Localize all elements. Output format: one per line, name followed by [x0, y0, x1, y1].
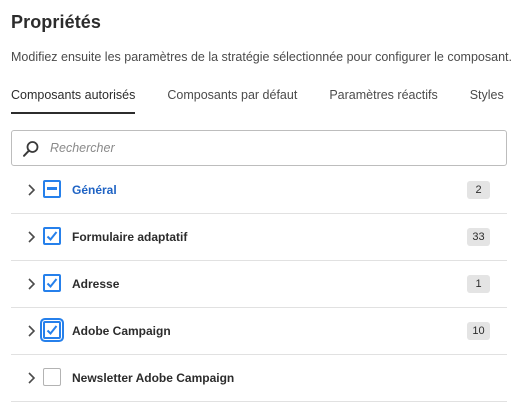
checkmark-icon: [46, 325, 58, 335]
group-checkbox[interactable]: [43, 180, 61, 198]
search-icon: [22, 140, 40, 158]
tab-composants-autorises[interactable]: Composants autorisés: [11, 86, 136, 114]
count-badge: 2: [467, 181, 490, 199]
chevron-right-icon[interactable]: [26, 183, 38, 197]
group-checkbox[interactable]: [43, 321, 61, 339]
search-input[interactable]: [50, 131, 490, 165]
list-item: Adobe Campaign 10: [11, 308, 507, 355]
list-item: Adresse 1: [11, 261, 507, 308]
tab-composants-par-defaut[interactable]: Composants par défaut: [167, 86, 297, 114]
list-item: Formulaire adaptatif 33: [11, 214, 507, 261]
count-badge: 33: [467, 228, 490, 246]
search-field[interactable]: [11, 130, 507, 166]
chevron-right-icon[interactable]: [26, 371, 38, 385]
list-item: Général 2: [11, 167, 507, 214]
checkmark-icon: [46, 278, 58, 288]
component-group-list: Général 2 Formulaire adaptatif 33 Adress…: [11, 167, 507, 402]
chevron-right-icon[interactable]: [26, 324, 38, 338]
group-checkbox[interactable]: [43, 368, 61, 386]
group-label: Général: [72, 183, 117, 197]
chevron-right-icon[interactable]: [26, 277, 38, 291]
group-checkbox[interactable]: [43, 274, 61, 292]
count-badge: 10: [467, 322, 490, 340]
list-item: Newsletter Adobe Campaign: [11, 355, 507, 402]
group-label: Adresse: [72, 277, 120, 291]
page-description: Modifiez ensuite les paramètres de la st…: [11, 50, 512, 64]
group-checkbox[interactable]: [43, 227, 61, 245]
chevron-right-icon[interactable]: [26, 230, 38, 244]
tab-styles[interactable]: Styles: [470, 86, 504, 114]
tab-parametres-reactifs[interactable]: Paramètres réactifs: [329, 86, 437, 114]
tab-bar: Composants autorisés Composants par défa…: [11, 86, 504, 114]
group-label: Newsletter Adobe Campaign: [72, 371, 235, 385]
page-title: Propriétés: [11, 12, 102, 32]
group-label: Adobe Campaign: [72, 324, 171, 338]
group-label: Formulaire adaptatif: [72, 230, 188, 244]
count-badge: 1: [467, 275, 490, 293]
checkmark-icon: [46, 231, 58, 241]
